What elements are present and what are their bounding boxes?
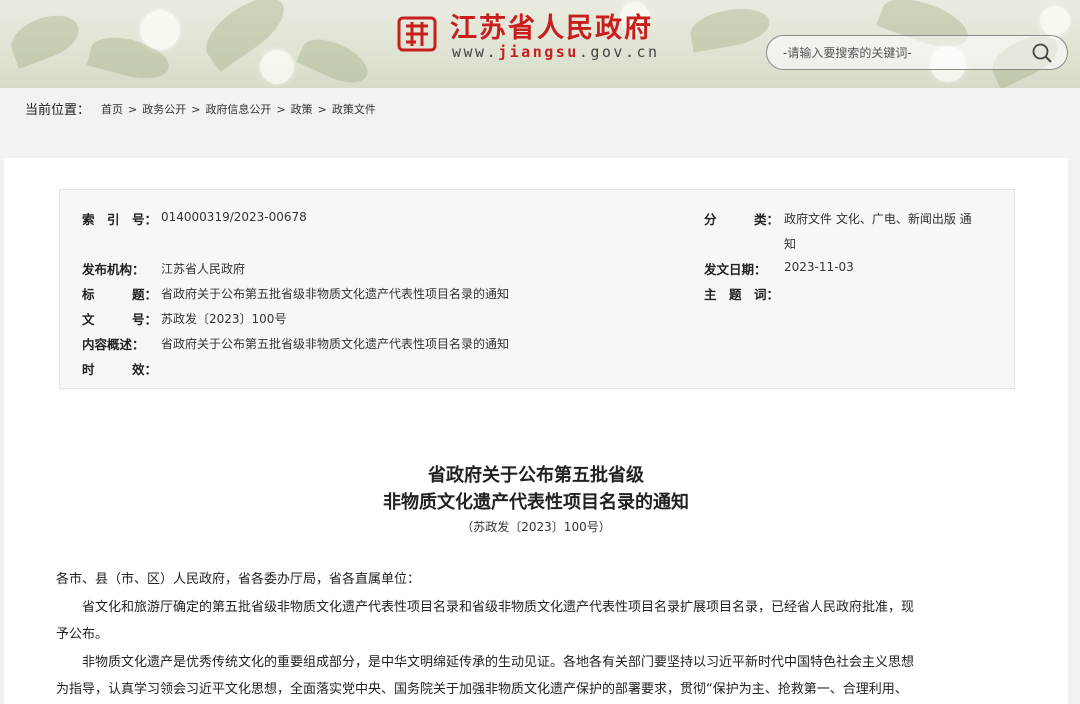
docno-label: 文 号： bbox=[82, 312, 158, 327]
breadcrumb-label: 当前位置： bbox=[25, 103, 91, 118]
breadcrumb-separator: > bbox=[191, 103, 201, 116]
breadcrumb-info-disclosure[interactable]: 政府信息公开 bbox=[205, 103, 271, 116]
site-name[interactable]: 江苏省人民政府 bbox=[450, 6, 653, 45]
summary-value: 省政府关于公布第五批省级非物质文化遗产代表性项目名录的通知 bbox=[161, 337, 510, 351]
category-label: 分 类： bbox=[704, 212, 780, 227]
search-input[interactable] bbox=[783, 43, 1023, 63]
breadcrumb-separator: > bbox=[128, 103, 138, 116]
validity-label: 时 效： bbox=[82, 362, 158, 377]
url-suffix: .gov.cn bbox=[578, 43, 660, 61]
title-label: 标 题： bbox=[82, 287, 158, 302]
breadcrumb-separator: > bbox=[276, 103, 286, 116]
main-content: 索 引 号： 014000319/2023-00678 分 类： 政府文件 文化… bbox=[4, 158, 1068, 704]
search-icon[interactable] bbox=[1031, 42, 1053, 64]
breadcrumb-home[interactable]: 首页 bbox=[101, 103, 123, 116]
decor-leaf bbox=[687, 3, 773, 53]
breadcrumb-separator: > bbox=[317, 103, 327, 116]
docno-value: 苏政发〔2023〕100号 bbox=[161, 312, 287, 326]
breadcrumb: 首页 > 政务公开 > 政府信息公开 > 政策 > 政策文件 bbox=[101, 101, 376, 117]
breadcrumb-policy-documents[interactable]: 政策文件 bbox=[332, 103, 376, 116]
paragraph-1-line-1: 省文化和旅游厅确定的第五批省级非物质文化遗产代表性项目名录和省级非物质文化遗产代… bbox=[56, 600, 915, 615]
decor-flower bbox=[260, 50, 294, 84]
date-value: 2023-11-03 bbox=[784, 260, 854, 274]
subject-label: 主 题 词： bbox=[704, 287, 780, 302]
url-prefix: www. bbox=[452, 43, 499, 61]
category-value: 政府文件 文化、广电、新闻出版 通 bbox=[784, 212, 972, 226]
salutation: 各市、县（市、区）人民政府，省各委办厅局，省各直属单位： bbox=[56, 572, 421, 587]
government-emblem-icon[interactable] bbox=[396, 12, 438, 54]
document-title-line-1: 省政府关于公布第五批省级 bbox=[428, 465, 644, 486]
date-label: 发文日期： bbox=[704, 262, 767, 277]
breadcrumb-public-affairs[interactable]: 政务公开 bbox=[142, 103, 186, 116]
document-title-line-2: 非物质文化遗产代表性项目名录的通知 bbox=[383, 492, 689, 513]
index-label: 索 引 号： bbox=[82, 212, 158, 227]
site-url: www.jiangsu.gov.cn bbox=[452, 43, 660, 61]
url-brand: jiangsu bbox=[498, 43, 579, 61]
breadcrumb-bar: 当前位置： 首页 > 政务公开 > 政府信息公开 > 政策 > 政策文件 bbox=[0, 88, 1080, 128]
decor-leaf bbox=[5, 7, 85, 69]
breadcrumb-policy[interactable]: 政策 bbox=[291, 103, 313, 116]
paragraph-1-line-2: 予公布。 bbox=[56, 627, 109, 642]
index-value: 014000319/2023-00678 bbox=[161, 210, 307, 224]
category-value-wrap: 知 bbox=[784, 237, 797, 251]
decor-leaf bbox=[296, 30, 374, 88]
publisher-label: 发布机构： bbox=[82, 262, 145, 277]
document-number: （苏政发〔2023〕100号） bbox=[461, 520, 611, 534]
publisher-value: 江苏省人民政府 bbox=[161, 262, 246, 276]
site-header: 江苏省人民政府 www.jiangsu.gov.cn bbox=[0, 0, 1080, 88]
summary-label: 内容概述： bbox=[82, 337, 145, 352]
document-metadata-table: 索 引 号： 014000319/2023-00678 分 类： 政府文件 文化… bbox=[59, 189, 1015, 389]
paragraph-2-line-1: 非物质文化遗产是优秀传统文化的重要组成部分，是中华文明绵延传承的生动见证。各地各… bbox=[56, 655, 915, 670]
decor-flower bbox=[140, 10, 180, 50]
search-box bbox=[766, 35, 1068, 70]
title-value: 省政府关于公布第五批省级非物质文化遗产代表性项目名录的通知 bbox=[161, 287, 510, 301]
paragraph-2-line-2: 为指导，认真学习领会习近平文化思想，全面落实党中央、国务院关于加强非物质文化遗产… bbox=[56, 682, 908, 697]
decor-flower bbox=[1040, 6, 1070, 36]
